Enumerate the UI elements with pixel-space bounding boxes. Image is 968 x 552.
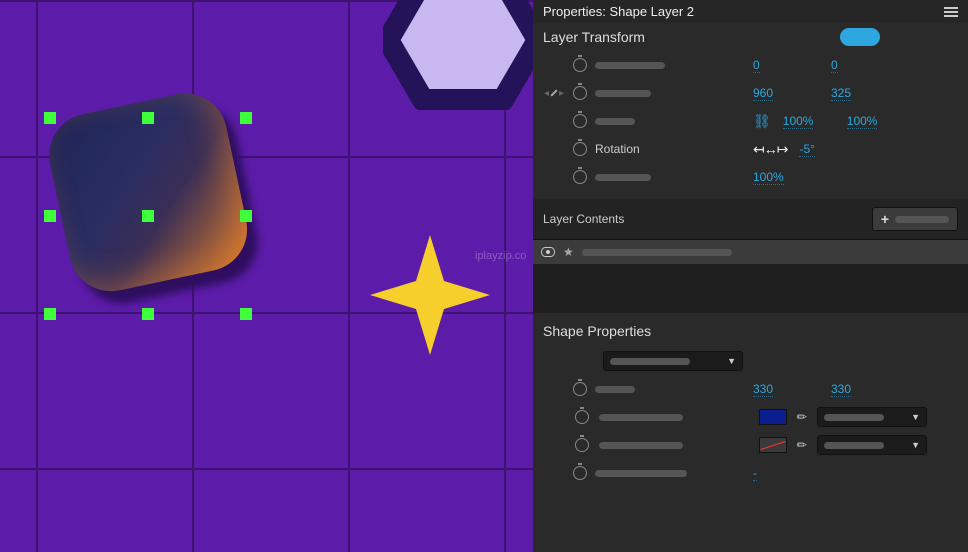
constrain-link-icon[interactable]: ⛓ [753, 113, 771, 130]
size-x-value[interactable]: 330 [753, 382, 773, 397]
transform-handle[interactable] [44, 210, 56, 222]
extra-value[interactable]: - [753, 466, 757, 481]
anchor-point-row: 0 0 [533, 51, 968, 79]
transform-handle[interactable] [44, 112, 56, 124]
property-label [595, 470, 687, 477]
stopwatch-icon[interactable] [573, 142, 587, 156]
scale-y-value[interactable]: 100% [847, 114, 878, 129]
shape-properties-title: Shape Properties [533, 313, 968, 347]
content-item-label [582, 249, 732, 256]
layer-contents-header: Layer Contents + [533, 199, 968, 239]
transform-handle[interactable] [240, 210, 252, 222]
chevron-down-icon: ▼ [911, 412, 920, 422]
anchor-y-value[interactable]: 0 [831, 58, 838, 73]
fill-blend-dropdown[interactable]: ▼ [817, 407, 927, 427]
reset-toggle[interactable] [840, 28, 880, 46]
property-label [595, 386, 635, 393]
stroke-blend-dropdown[interactable]: ▼ [817, 435, 927, 455]
stroke-color-swatch[interactable] [759, 437, 787, 453]
stroke-row: ✎ ▼ [533, 431, 968, 459]
transform-handle[interactable] [142, 210, 154, 222]
property-label [599, 442, 683, 449]
stopwatch-icon[interactable] [575, 410, 589, 424]
panel-menu-icon[interactable] [944, 5, 958, 19]
property-label [599, 414, 683, 421]
position-x-value[interactable]: 960 [753, 86, 773, 101]
position-row: ◂ ▸ 960 325 [533, 79, 968, 107]
chevron-down-icon: ▼ [727, 356, 736, 366]
anchor-x-value[interactable]: 0 [753, 58, 760, 73]
property-label [595, 118, 635, 125]
size-y-value[interactable]: 330 [831, 382, 851, 397]
fill-row: ✎ ▼ [533, 403, 968, 431]
panel-header: Properties: Shape Layer 2 [533, 0, 968, 23]
shape-type-dropdown[interactable]: ▼ [603, 351, 743, 371]
add-content-button[interactable]: + [872, 207, 958, 231]
properties-panel: Properties: Shape Layer 2 Layer Transfor… [533, 0, 968, 552]
layer-transform-title: Layer Transform [543, 29, 645, 45]
visibility-eye-icon[interactable] [541, 247, 555, 257]
scale-x-value[interactable]: 100% [783, 114, 814, 129]
grid-line [36, 0, 38, 552]
panel-title: Properties: Shape Layer 2 [543, 4, 694, 19]
rotation-label: Rotation [595, 142, 640, 156]
position-y-value[interactable]: 325 [831, 86, 851, 101]
shape-type-row: ▼ [533, 347, 968, 375]
stopwatch-icon[interactable] [575, 438, 589, 452]
layer-contents-list[interactable]: ★ [533, 239, 968, 313]
transform-handle[interactable] [44, 308, 56, 320]
transform-handle[interactable] [240, 112, 252, 124]
opacity-row: 100% [533, 163, 968, 191]
stopwatch-icon[interactable] [573, 382, 587, 396]
chevron-down-icon: ▼ [911, 440, 920, 450]
eyedropper-icon[interactable]: ✎ [794, 436, 811, 453]
stopwatch-icon[interactable] [573, 86, 587, 100]
scale-row: ⛓ 100% 100% [533, 107, 968, 135]
stopwatch-icon[interactable] [573, 170, 587, 184]
property-label [595, 62, 665, 69]
property-label [595, 174, 651, 181]
hexagon-shape [383, 0, 533, 110]
scrub-cursor-icon: ↤↔↦ [753, 141, 787, 158]
eyedropper-icon[interactable]: ✎ [794, 408, 811, 425]
grid-line [348, 0, 350, 552]
stopwatch-icon[interactable] [573, 466, 587, 480]
transform-handle[interactable] [240, 308, 252, 320]
extra-row: - [533, 459, 968, 487]
transform-handle[interactable] [142, 112, 154, 124]
stopwatch-icon[interactable] [573, 114, 587, 128]
rotation-row: Rotation ↤↔↦ -5° [533, 135, 968, 163]
layer-contents-title: Layer Contents [543, 212, 624, 226]
transform-handle[interactable] [142, 308, 154, 320]
rotation-value[interactable]: -5° [799, 142, 814, 157]
fill-color-swatch[interactable] [759, 409, 787, 425]
opacity-value[interactable]: 100% [753, 170, 784, 185]
grid-line [0, 468, 533, 470]
next-keyframe-icon[interactable]: ▸ [557, 88, 566, 99]
plus-icon: + [881, 211, 889, 227]
property-label [595, 90, 651, 97]
star-shape[interactable] [370, 235, 490, 355]
shape-size-row: 330 330 [533, 375, 968, 403]
stopwatch-icon[interactable] [573, 58, 587, 72]
polystar-icon: ★ [563, 245, 574, 259]
content-item[interactable]: ★ [533, 240, 968, 264]
prev-keyframe-icon[interactable]: ◂ [542, 88, 551, 99]
composition-viewport[interactable] [0, 0, 533, 552]
